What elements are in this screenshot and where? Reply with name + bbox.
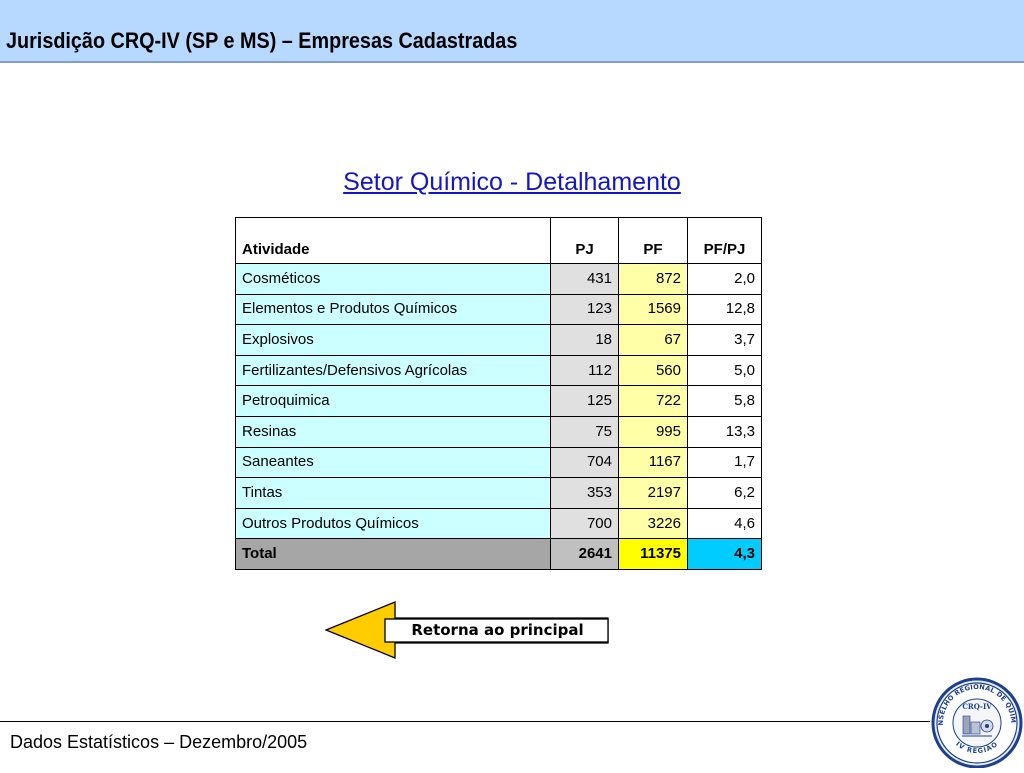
cell-pj: 112 xyxy=(550,354,619,387)
cell-total-pj: 2641 xyxy=(550,538,619,570)
table-row: Fertilizantes/Defensivos Agrícolas 112 5… xyxy=(235,354,762,387)
cell-pf: 560 xyxy=(618,354,688,387)
cell-atividade: Resinas xyxy=(235,415,551,448)
table-row: Cosméticos 431 872 2,0 xyxy=(235,263,762,295)
cell-pj: 75 xyxy=(550,415,619,448)
cell-pf-pj: 12,8 xyxy=(687,293,762,326)
chemical-sector-table: Atividade PJ PF PF/PJ Cosméticos 431 872… xyxy=(235,217,762,570)
table-row: Saneantes 704 1167 1,7 xyxy=(235,446,762,479)
cell-atividade: Tintas xyxy=(235,477,551,509)
cell-pf-pj: 4,6 xyxy=(687,507,762,540)
cell-atividade: Saneantes xyxy=(235,446,551,479)
section-title[interactable]: Setor Químico - Detalhamento xyxy=(0,166,1024,198)
cell-pf-pj: 13,3 xyxy=(687,415,762,448)
cell-pj: 123 xyxy=(550,293,619,326)
table-row: Petroquimica 125 722 5,8 xyxy=(235,385,762,417)
cell-pj: 431 xyxy=(550,263,619,295)
cell-pf: 3226 xyxy=(618,507,688,540)
cell-pf: 722 xyxy=(618,385,688,417)
header-bar: Jurisdição CRQ-IV (SP e MS) – Empresas C… xyxy=(0,0,1024,63)
back-button-label: Retorna ao principal xyxy=(411,621,584,639)
cell-atividade: Explosivos xyxy=(235,324,551,356)
cell-atividade: Elementos e Produtos Químicos xyxy=(235,293,551,326)
cell-pj: 18 xyxy=(550,324,619,356)
cell-pf: 1569 xyxy=(618,293,688,326)
cell-pj: 125 xyxy=(550,385,619,417)
cell-pf: 995 xyxy=(618,415,688,448)
cell-pf-pj: 5,8 xyxy=(687,385,762,417)
page-title: Jurisdição CRQ-IV (SP e MS) – Empresas C… xyxy=(6,28,518,53)
header-divider xyxy=(0,61,1024,63)
footer-divider xyxy=(0,721,930,722)
cell-pj: 700 xyxy=(550,507,619,540)
footer-text: Dados Estatísticos – Dezembro/2005 xyxy=(10,732,308,752)
cell-pf: 2197 xyxy=(618,477,688,509)
cell-pf: 872 xyxy=(618,263,688,295)
table-row: Outros Produtos Químicos 700 3226 4,6 xyxy=(235,507,762,540)
table-row: Elementos e Produtos Químicos 123 1569 1… xyxy=(235,293,762,326)
cell-atividade: Petroquimica xyxy=(235,385,551,417)
back-to-main-button[interactable]: Retorna ao principal xyxy=(325,600,615,660)
column-header-pf-pj: PF/PJ xyxy=(687,217,762,264)
crq-iv-seal-logo: CONSELHO REGIONAL DE QUÍMICA IV REGIÃO C… xyxy=(927,670,1024,769)
cell-atividade: Fertilizantes/Defensivos Agrícolas xyxy=(235,354,551,387)
table-row: Resinas 75 995 13,3 xyxy=(235,415,762,448)
column-header-pf: PF xyxy=(618,217,688,264)
cell-atividade: Cosméticos xyxy=(235,263,551,295)
table-header-row: Atividade PJ PF PF/PJ xyxy=(235,217,762,264)
cell-pf-pj: 5,0 xyxy=(687,354,762,387)
cell-total-label: Total xyxy=(235,538,551,570)
logo-center-text: CRQ-IV xyxy=(962,702,992,711)
cell-pf-pj: 2,0 xyxy=(687,263,762,295)
cell-pf: 1167 xyxy=(618,446,688,479)
cell-pf-pj: 6,2 xyxy=(687,477,762,509)
cell-total-pf: 11375 xyxy=(618,538,688,570)
table-total-row: Total 2641 11375 4,3 xyxy=(235,538,762,570)
column-header-pj: PJ xyxy=(550,217,619,264)
table-row: Explosivos 18 67 3,7 xyxy=(235,324,762,356)
cell-total-pf-pj: 4,3 xyxy=(687,538,762,570)
cell-pf-pj: 1,7 xyxy=(687,446,762,479)
column-header-atividade: Atividade xyxy=(235,217,551,264)
cell-pj: 704 xyxy=(550,446,619,479)
cell-atividade: Outros Produtos Químicos xyxy=(235,507,551,540)
cell-pf-pj: 3,7 xyxy=(687,324,762,356)
cell-pj: 353 xyxy=(550,477,619,509)
cell-pf: 67 xyxy=(618,324,688,356)
table-row: Tintas 353 2197 6,2 xyxy=(235,477,762,509)
